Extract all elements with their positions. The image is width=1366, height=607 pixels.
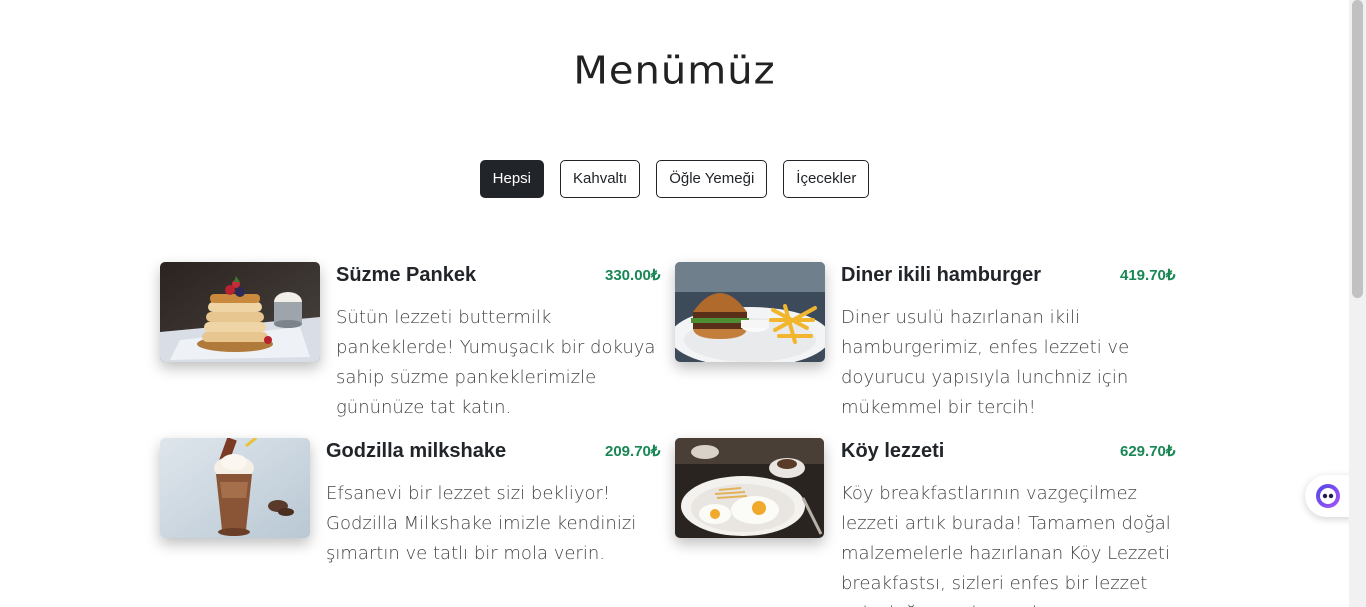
filter-breakfast-button[interactable]: Kahvaltı <box>560 160 641 198</box>
pancake-stack-photo <box>160 262 320 362</box>
item-description: Köy breakfastlarının vazgeçilmez lezzeti… <box>841 483 1171 607</box>
item-price: 419.70₺ <box>1120 267 1176 284</box>
item-name: Süzme Pankek <box>336 264 477 286</box>
menu-page: Menümüz Hepsi Kahvaltı Öğle Yemeği İçece… <box>0 0 1349 607</box>
item-price: 330.00₺ <box>605 267 661 284</box>
item-name: Diner ikili hamburger <box>841 264 1042 286</box>
item-price: 209.70₺ <box>605 443 661 460</box>
page-title: Menümüz <box>573 49 776 93</box>
scrollbar-thumb[interactable] <box>1352 0 1363 298</box>
item-name: Köy lezzeti <box>841 440 945 462</box>
burger-and-fries-photo <box>675 262 825 362</box>
item-name: Godzilla milkshake <box>326 440 507 462</box>
vertical-scrollbar[interactable] <box>1349 0 1366 607</box>
item-description: Diner usulü hazırlanan ikili hamburgerim… <box>841 307 1130 418</box>
item-description: Sütün lezzeti buttermilk pankeklerde! Yu… <box>336 307 656 418</box>
category-filters: Hepsi Kahvaltı Öğle Yemeği İçecekler <box>0 160 1349 198</box>
filter-drinks-button[interactable]: İçecekler <box>783 160 870 198</box>
item-price: 629.70₺ <box>1120 443 1176 460</box>
village-breakfast-photo <box>675 438 824 538</box>
milkshake-photo <box>160 438 310 538</box>
chat-assistant-button[interactable] <box>1305 475 1353 517</box>
filter-lunch-button[interactable]: Öğle Yemeği <box>656 160 768 198</box>
filter-all-button[interactable]: Hepsi <box>479 160 545 198</box>
chat-assistant-icon <box>1316 484 1340 508</box>
item-description: Efsanevi bir lezzet sizi bekliyor! Godzi… <box>326 483 637 564</box>
